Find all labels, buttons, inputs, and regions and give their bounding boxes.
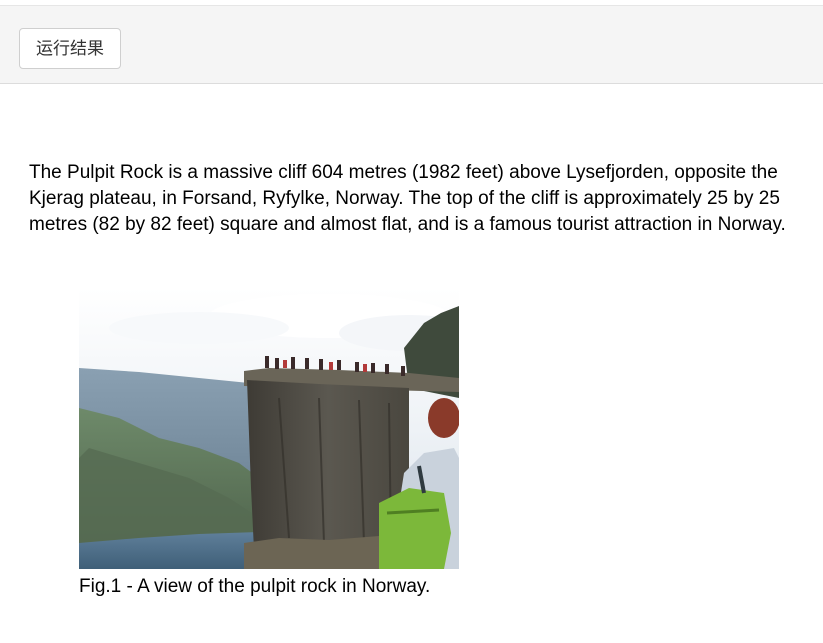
article-body: The Pulpit Rock is a massive cliff 604 m… — [29, 160, 799, 238]
article-paragraph: The Pulpit Rock is a massive cliff 604 m… — [29, 162, 786, 235]
pulpit-rock-photo — [79, 288, 459, 569]
run-result-button[interactable]: 运行结果 — [19, 28, 121, 69]
figure-caption: Fig.1 - A view of the pulpit rock in Nor… — [79, 576, 431, 597]
figure: Fig.1 - A view of the pulpit rock in Nor… — [79, 288, 499, 599]
toolbar: 运行结果 — [0, 5, 823, 84]
